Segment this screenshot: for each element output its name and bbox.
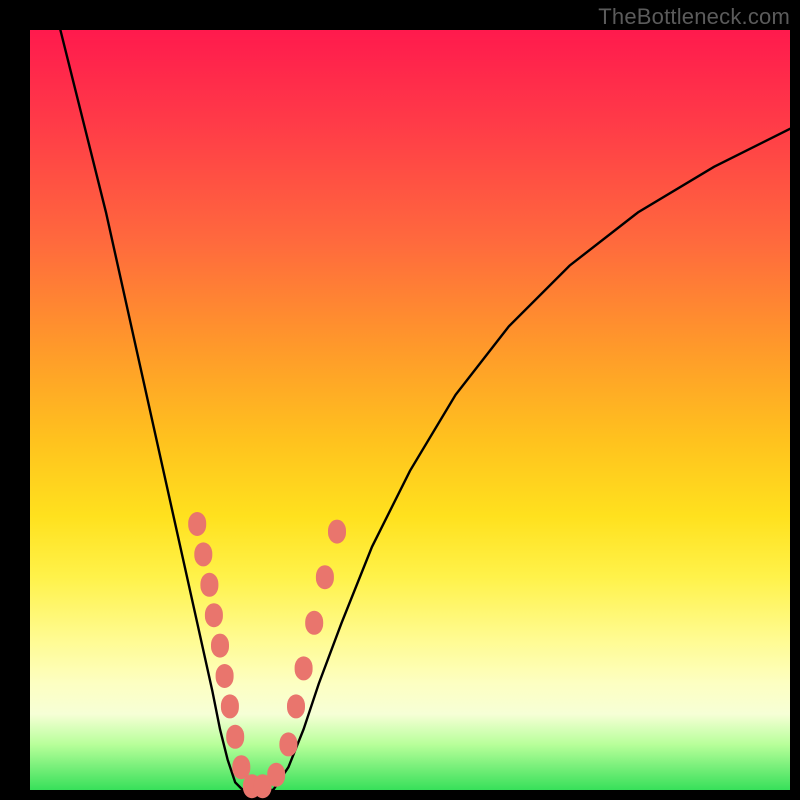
component-marker [328,520,346,544]
component-marker [226,725,244,749]
component-marker [305,611,323,635]
component-marker [316,565,334,589]
component-markers [188,512,346,798]
component-marker [221,694,239,718]
component-marker [279,732,297,756]
plot-area [30,30,790,790]
component-marker [205,603,223,627]
component-marker [216,664,234,688]
component-marker [267,763,285,787]
component-marker [200,573,218,597]
component-marker [295,656,313,680]
watermark-text: TheBottleneck.com [598,4,790,30]
bottleneck-curve-right [273,129,790,790]
component-marker [287,694,305,718]
bottleneck-curve-left [60,30,242,790]
curve-layer [30,30,790,790]
component-marker [188,512,206,536]
component-marker [211,634,229,658]
chart-frame: TheBottleneck.com [0,0,800,800]
component-marker [194,542,212,566]
